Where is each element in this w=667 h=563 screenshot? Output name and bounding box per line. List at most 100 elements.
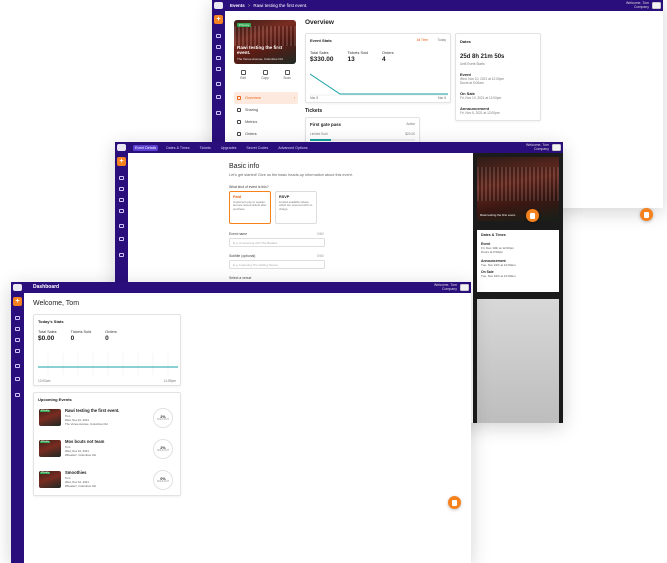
tab-dates-times[interactable]: Dates & Times	[164, 145, 191, 151]
sold-label: SOLD OUT	[157, 419, 169, 421]
event-badge: Primary	[237, 23, 252, 27]
copy-button[interactable]: Copy	[258, 70, 272, 80]
page-subtitle: Let's get started! Give us the basic hea…	[229, 173, 353, 177]
event-name-field[interactable]: E.g. An Evening with The Beatles	[229, 238, 325, 247]
breadcrumb-separator: >	[247, 3, 251, 8]
home-icon[interactable]	[216, 34, 221, 38]
stat-orders: Orders 4	[382, 51, 394, 63]
settings-icon[interactable]	[216, 111, 221, 115]
event-row[interactable]: Primary Rawi testing the first event. To…	[39, 407, 177, 433]
calendar-icon[interactable]	[119, 187, 124, 191]
bank-icon[interactable]	[119, 237, 124, 241]
venue-icon[interactable]	[15, 364, 20, 368]
stats-row: Total Sales $330.00 Tickets Sold 13 Orders…	[310, 51, 450, 63]
reports-icon[interactable]	[119, 209, 124, 213]
scan-button[interactable]: Scan	[280, 70, 294, 80]
photo-overlay-text: Rawi testing the first event.	[480, 213, 517, 217]
date-line: Doors at 9:00am	[460, 81, 484, 85]
edit-button[interactable]: Edit	[236, 70, 250, 80]
logo-icon[interactable]	[214, 2, 223, 9]
event-image: Rawi testing the first event.	[477, 157, 559, 221]
chat-button[interactable]	[526, 209, 539, 222]
user-info[interactable]: Welcome, Tom Company	[626, 1, 649, 9]
chart-x-end: Mar 8	[437, 96, 446, 100]
sidebar: +	[11, 282, 24, 563]
sold-label: SOLD OUT	[157, 450, 169, 452]
user-info[interactable]: Welcome, Tom Company	[526, 143, 549, 151]
avatar[interactable]	[552, 144, 561, 151]
date-block-announcement: Announcement Fri, Nov 5, 2021 at 12:00pm	[460, 106, 500, 115]
orders-icon[interactable]	[119, 198, 124, 202]
avatar[interactable]	[460, 284, 469, 291]
breadcrumb-root[interactable]: Events	[230, 3, 245, 8]
settings-icon[interactable]	[15, 393, 20, 397]
dt-line: Tue, Nov 16th at 10:00am	[481, 274, 516, 278]
reports-icon[interactable]	[15, 349, 20, 353]
pass-progress-track	[310, 139, 415, 141]
calendar-icon[interactable]	[216, 45, 221, 49]
event-stats-card: Event Stats All Time Today Total Sales $3…	[305, 33, 451, 103]
orders-icon	[237, 132, 241, 136]
tab-tickets[interactable]: Tickets	[198, 145, 213, 151]
stat-value: 0	[105, 335, 109, 342]
event-row[interactable]: Primary Smoothies Tom Wed, Nov 10, 2021 …	[39, 469, 177, 495]
venue-icon[interactable]	[119, 224, 124, 228]
logo-icon[interactable]	[117, 144, 126, 151]
nav-metrics[interactable]: Metrics	[234, 116, 298, 128]
date-line: Fri, Nov 10, 2021 at 12:00pm	[460, 96, 502, 100]
tab-event-details[interactable]: Event Details	[133, 144, 159, 151]
top-bar: Event Details Dates & Times Tickets Upgr…	[115, 142, 563, 153]
chat-icon	[530, 212, 535, 219]
reports-icon[interactable]	[216, 67, 221, 71]
nav-sharing[interactable]: Sharing	[234, 104, 298, 116]
toggle-today[interactable]: Today	[437, 38, 446, 42]
tab-advanced-options[interactable]: Advanced Options	[276, 145, 309, 151]
page-title: Overview	[305, 19, 334, 26]
add-event-button[interactable]: +	[13, 297, 22, 306]
chart-x-end: 11:59pm	[163, 379, 176, 383]
stat-label: Orders	[105, 330, 117, 334]
event-thumbnail: Primary	[39, 440, 61, 457]
today-stats-card: Today's Stats Total Sales $0.00 Tickets S…	[33, 314, 181, 386]
nav-orders[interactable]: Orders	[234, 128, 298, 140]
preview-placeholder	[477, 299, 559, 423]
user-info[interactable]: Welcome, Tom Company	[434, 283, 457, 291]
toggle-all-time[interactable]: All Time	[417, 38, 428, 42]
event-row[interactable]: Primary Mos bcuts not team Tom Wed, Nov …	[39, 438, 177, 464]
settings-icon[interactable]	[119, 253, 124, 257]
stat-tickets-sold: Tickets Sold 0	[71, 330, 92, 342]
avatar[interactable]	[652, 2, 661, 9]
promo-stage: Events > Rawi testing the first event. W…	[0, 0, 667, 563]
chat-button[interactable]	[640, 208, 653, 221]
add-event-button[interactable]: +	[214, 15, 223, 24]
upcoming-events-card: Upcoming Events Primary Rawi testing the…	[33, 392, 181, 496]
subtitle-field[interactable]: E.g. Featuring The Rolling Stones	[229, 260, 325, 269]
bank-icon[interactable]	[216, 95, 221, 99]
home-icon[interactable]	[119, 176, 124, 180]
paid-option[interactable]: Paid Customers pay to register and are i…	[229, 191, 271, 224]
tab-secret-codes[interactable]: Secret Codes	[244, 145, 270, 151]
orders-icon[interactable]	[216, 56, 221, 60]
rsvp-option[interactable]: RSVP Limited available tickets, which ar…	[275, 191, 317, 224]
share-icon	[237, 108, 241, 112]
tab-upgrades[interactable]: Upgrades	[219, 145, 239, 151]
sold-progress-ring: 2% SOLD OUT	[153, 408, 173, 428]
event-badge: Primary	[40, 410, 50, 412]
home-icon[interactable]	[15, 316, 20, 320]
venue-icon[interactable]	[216, 82, 221, 86]
scan-icon	[284, 70, 290, 75]
edit-label: Edit	[240, 76, 246, 80]
nav-overview[interactable]: Overview ›	[234, 92, 298, 104]
chat-button[interactable]	[448, 496, 461, 509]
upcoming-header: Upcoming Events	[38, 397, 72, 402]
logo-icon[interactable]	[13, 284, 22, 291]
tickets-title: Tickets	[305, 108, 323, 114]
bank-icon[interactable]	[15, 377, 20, 381]
date-block-event: Event Wed, Nov 10, 2021 at 12:00pm Doors…	[460, 72, 504, 85]
calendar-icon[interactable]	[15, 327, 20, 331]
event-type-question: What kind of event is this?	[229, 185, 269, 189]
add-event-button[interactable]: +	[117, 157, 126, 166]
stat-label: Tickets Sold	[347, 51, 369, 55]
orders-icon[interactable]	[15, 338, 20, 342]
stat-value: 4	[382, 56, 386, 63]
